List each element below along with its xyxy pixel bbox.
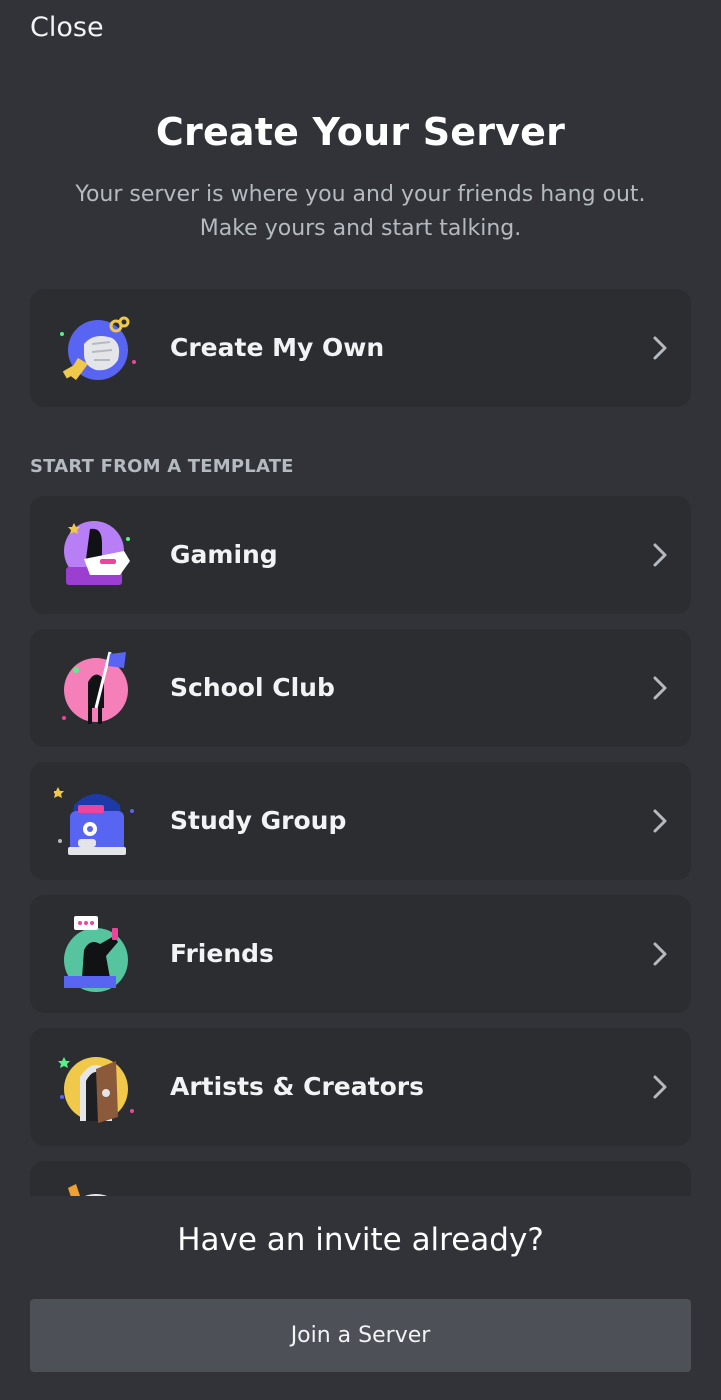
subtitle-line-2: Make yours and start talking. xyxy=(199,216,522,241)
create-my-own-button[interactable]: Create My Own xyxy=(30,289,691,407)
study-group-icon xyxy=(54,787,134,855)
page-subtitle: Your server is where you and your friend… xyxy=(60,178,661,246)
template-school-club-label: School Club xyxy=(170,673,335,702)
invite-heading: Have an invite already? xyxy=(177,1222,544,1258)
template-study-group-label: Study Group xyxy=(170,806,347,835)
page-title: Create Your Server xyxy=(155,110,566,154)
template-study-group-button[interactable]: Study Group xyxy=(30,762,691,880)
create-server-screen: Close Create Your Server Your server is … xyxy=(0,0,721,1400)
template-artists-creators-label: Artists & Creators xyxy=(170,1072,424,1101)
template-gaming-label: Gaming xyxy=(170,540,278,569)
template-section-header: START FROM A TEMPLATE xyxy=(30,456,294,477)
friends-icon xyxy=(64,916,128,992)
chevron-right-icon xyxy=(653,676,667,700)
school-club-icon xyxy=(62,651,128,724)
partial-template-icon xyxy=(68,1184,108,1196)
chevron-right-icon xyxy=(653,543,667,567)
chevron-right-icon xyxy=(653,1075,667,1099)
template-artists-creators-button[interactable]: Artists & Creators xyxy=(30,1028,691,1146)
chevron-right-icon xyxy=(653,336,667,360)
template-next-partial[interactable] xyxy=(30,1161,691,1196)
template-school-club-button[interactable]: School Club xyxy=(30,629,691,747)
chevron-right-icon xyxy=(653,809,667,833)
create-my-own-label: Create My Own xyxy=(170,333,385,362)
join-server-button[interactable]: Join a Server xyxy=(30,1299,691,1372)
hand-with-key-icon xyxy=(60,316,136,380)
gaming-icon xyxy=(64,521,130,585)
list-overflow-clip xyxy=(0,1150,721,1196)
footer: Have an invite already? Join a Server xyxy=(0,1196,721,1400)
artists-creators-icon xyxy=(58,1057,134,1123)
subtitle-line-1: Your server is where you and your friend… xyxy=(75,182,646,207)
template-gaming-button[interactable]: Gaming xyxy=(30,496,691,614)
template-friends-button[interactable]: Friends xyxy=(30,895,691,1013)
close-button[interactable]: Close xyxy=(30,12,104,43)
template-friends-label: Friends xyxy=(170,939,274,968)
chevron-right-icon xyxy=(653,942,667,966)
